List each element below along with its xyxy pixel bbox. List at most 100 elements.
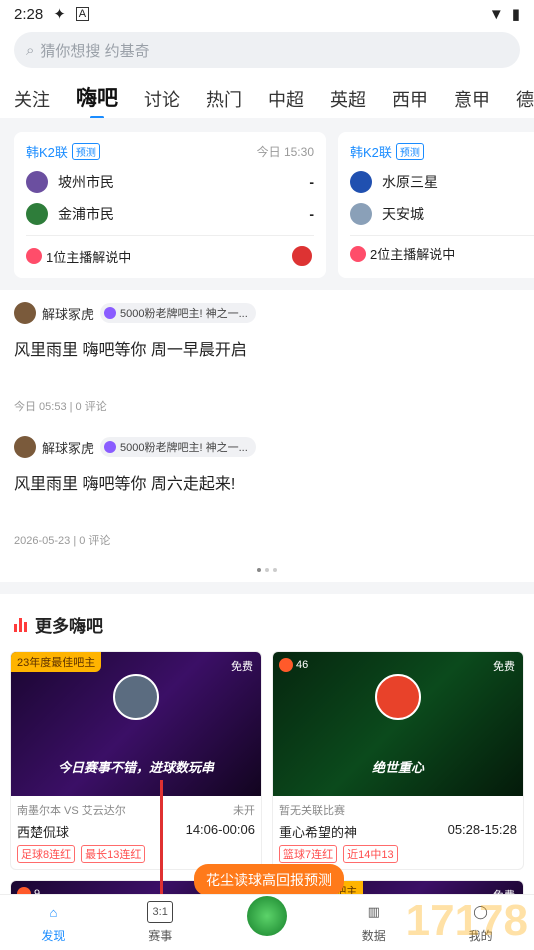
search-bar-container: ⌕ 猜你想搜 约基奇 xyxy=(0,28,534,76)
post-content: 风里雨里 嗨吧等你 周六走起来! xyxy=(14,476,236,493)
battery-icon: ▮ xyxy=(511,6,520,23)
team-logo-icon xyxy=(350,203,372,225)
anchor-avatar xyxy=(290,244,314,268)
home-team-row: 水原三星 xyxy=(350,171,534,193)
tab-haiba[interactable]: 嗨吧 xyxy=(76,82,118,112)
center-ball-icon xyxy=(246,896,287,936)
team-logo-icon xyxy=(26,171,48,193)
live-time: 05:28-15:28 xyxy=(447,822,517,837)
section-bars-icon xyxy=(14,617,27,632)
fire-icon xyxy=(279,658,293,672)
anchor-count: 2位主播解说中 xyxy=(370,247,456,262)
free-label: 免费 xyxy=(493,661,515,673)
home-icon: ⌂ xyxy=(49,904,58,920)
away-team-row: 金浦市民 - xyxy=(26,203,314,225)
search-icon: ⌕ xyxy=(26,41,35,59)
post-list: 解球冢虎 5000粉老牌吧主! 神之一... 风里雨里 嗨吧等你 周一早晨开启 … xyxy=(0,290,534,582)
tab-csl[interactable]: 中超 xyxy=(268,86,304,112)
promo-bubble[interactable]: 花尘读球高回报预测 xyxy=(194,864,344,896)
home-team-name: 水原三星 xyxy=(382,174,438,190)
cover-text: 绝世重心 xyxy=(371,760,424,775)
badge-icon xyxy=(104,307,117,319)
badge-text: 5000粉老牌吧主! 神之一... xyxy=(120,308,248,320)
post-content: 风里雨里 嗨吧等你 周一早晨开启 xyxy=(14,342,247,359)
home-team-name: 坡州市民 xyxy=(58,174,114,190)
post-meta: 今日 05:53 | 0 评论 xyxy=(14,401,107,413)
tab-hot[interactable]: 热门 xyxy=(206,86,242,112)
author-name: 解球冢虎 xyxy=(42,306,95,322)
streak-tag: 足球8连红 xyxy=(17,845,76,863)
a-notification-icon: A xyxy=(75,7,90,21)
search-input[interactable]: ⌕ 猜你想搜 约基奇 xyxy=(14,32,520,68)
avatar[interactable] xyxy=(14,436,36,458)
match-card[interactable]: 韩K2联 预测 水原三星 天安城 2位主播解说中 xyxy=(338,132,534,278)
match-card[interactable]: 韩K2联 预测 今日 15:30 坡州市民 - 金浦市民 - 1位主播解说中 xyxy=(14,132,326,278)
post-item[interactable]: 解球冢虎 5000粉老牌吧主! 神之一... 风里雨里 嗨吧等你 周一早晨开启 … xyxy=(14,290,520,414)
heat-count: 46 xyxy=(279,658,308,672)
haiba-card[interactable]: 46 免费 绝世重心 暂无关联比赛 重心希望的神 05:28-15:28 篮球7连… xyxy=(272,651,524,870)
match-time: 今日 15:30 xyxy=(256,145,314,159)
anchor-info: 2位主播解说中 xyxy=(350,235,534,263)
live-bars-icon xyxy=(26,248,42,264)
prediction-badge: 预测 xyxy=(71,143,100,160)
badge-text: 5000粉老牌吧主! 神之一... xyxy=(120,442,248,454)
match-carousel: 韩K2联 预测 今日 15:30 坡州市民 - 金浦市民 - 1位主播解说中 韩… xyxy=(0,118,534,278)
tab-discover[interactable]: ⌂ 发现 xyxy=(0,895,107,950)
free-label: 免费 xyxy=(231,661,253,673)
tab-bundesliga[interactable]: 德甲 xyxy=(516,86,534,112)
app-notification-icon: ✦ xyxy=(53,6,66,23)
tab-discuss[interactable]: 讨论 xyxy=(144,86,180,112)
status-bar: 2:28 ✦ A ▼ ▮ xyxy=(0,0,534,28)
league-name: 韩K2联 xyxy=(350,145,392,160)
category-tabs: 关注 嗨吧 讨论 热门 中超 英超 西甲 意甲 德甲 xyxy=(0,76,534,118)
award-tag: 23年度最佳吧主 xyxy=(11,652,102,672)
section-title: 更多嗨吧 xyxy=(35,617,103,636)
match-title: 南墨尔本 VS 艾云达尔 xyxy=(17,805,126,817)
league-name: 韩K2联 xyxy=(26,145,68,160)
post-item[interactable]: 解球冢虎 5000粉老牌吧主! 神之一... 风里雨里 嗨吧等你 周六走起来! … xyxy=(14,414,520,548)
chart-icon: ▥ xyxy=(367,904,380,919)
prediction-badge: 预测 xyxy=(395,143,424,160)
away-score: - xyxy=(309,206,314,222)
home-score: - xyxy=(309,174,314,190)
away-team-name: 天安城 xyxy=(382,206,424,222)
watermark-logo: 17178 xyxy=(405,896,528,945)
tab-label: 数据 xyxy=(361,929,386,943)
wifi-icon: ▼ xyxy=(488,5,504,23)
streak-tag: 篮球7连红 xyxy=(279,845,338,863)
badge-icon xyxy=(104,441,117,453)
tab-laliga[interactable]: 西甲 xyxy=(392,86,428,112)
streak-tag: 近14中13 xyxy=(343,845,398,863)
anchor-count: 1位主播解说中 xyxy=(46,249,132,265)
status-time: 2:28 xyxy=(14,5,44,23)
tab-matches[interactable]: 3:1 赛事 xyxy=(107,895,214,950)
tab-seriea[interactable]: 意甲 xyxy=(454,86,490,112)
host-avatar xyxy=(375,674,421,720)
match-title: 暂无关联比赛 xyxy=(279,805,345,817)
post-meta: 2026-05-23 | 0 评论 xyxy=(14,535,111,547)
author-badge: 5000粉老牌吧主! 神之一... xyxy=(100,437,256,457)
home-team-row: 坡州市民 - xyxy=(26,171,314,193)
avatar[interactable] xyxy=(14,302,36,324)
match-state: 未开 xyxy=(233,805,255,817)
author-name: 解球冢虎 xyxy=(42,440,95,456)
live-bars-icon xyxy=(350,245,366,262)
away-team-row: 天安城 xyxy=(350,203,534,225)
live-time: 14:06-00:06 xyxy=(185,822,255,837)
page-indicator xyxy=(14,548,520,582)
host-name: 西楚侃球 xyxy=(17,825,70,840)
tab-label: 发现 xyxy=(41,929,66,943)
tab-center[interactable] xyxy=(214,895,321,950)
search-placeholder: 猜你想搜 约基奇 xyxy=(40,42,150,60)
haiba-card[interactable]: 23年度最佳吧主 免费 今日赛事不错，进球数玩串 南墨尔本 VS 艾云达尔 未开 … xyxy=(10,651,262,870)
host-avatar xyxy=(113,674,159,720)
tab-follow[interactable]: 关注 xyxy=(14,86,50,112)
streak-tag: 最长13连红 xyxy=(81,845,146,863)
author-badge: 5000粉老牌吧主! 神之一... xyxy=(100,303,256,323)
team-logo-icon xyxy=(350,171,372,193)
tab-epl[interactable]: 英超 xyxy=(330,86,366,112)
team-logo-icon xyxy=(26,203,48,225)
heat-value: 46 xyxy=(296,659,309,671)
anchor-info: 1位主播解说中 xyxy=(26,235,314,268)
tab-label: 赛事 xyxy=(148,929,173,943)
